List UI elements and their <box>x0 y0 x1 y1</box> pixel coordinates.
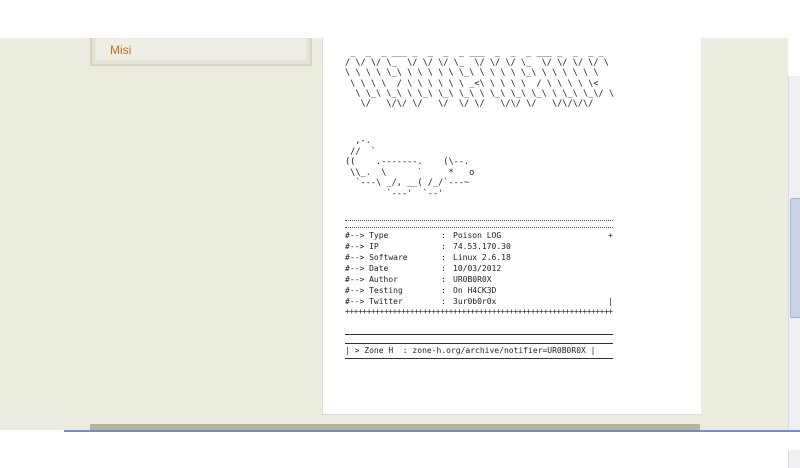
info-value: Linux 2.6.18 <box>453 253 511 262</box>
info-key: #--> Date <box>345 264 389 273</box>
info-value: Poison LOG <box>453 231 502 240</box>
info-row-end: + <box>608 231 613 240</box>
info-separator: : <box>441 242 446 251</box>
dotted-rule <box>345 220 613 228</box>
info-key: #--> IP <box>345 242 379 251</box>
info-row-end <box>603 252 613 263</box>
sidebar-menu-box: Misi <box>90 38 312 66</box>
info-value: 10/03/2012 <box>453 264 502 273</box>
info-key: #--> Testing <box>345 286 403 295</box>
info-row: #--> Testing: On H4CK3D <box>345 285 613 296</box>
ascii-banner: _ _ _ ___ _ _ _ _ ___ _ _ _ ___ _ _ _ _ … <box>345 48 615 110</box>
info-key: #--> Twitter <box>345 297 403 306</box>
top-strip <box>0 0 800 38</box>
plus-rule: ++++++++++++++++++++++++++++++++++++++++… <box>345 307 613 316</box>
sidebar-menu-inner: Misi <box>96 38 306 60</box>
info-row-end: | <box>608 297 613 306</box>
info-key: #--> Type <box>345 231 389 240</box>
vertical-scrollbar[interactable] <box>788 76 800 468</box>
info-separator: : <box>441 253 446 262</box>
info-value: 74.53.170.30 <box>453 242 511 251</box>
zone-h-text: | > Zone H : zone-h.org/archive/notifier… <box>345 346 596 355</box>
info-separator: : <box>441 275 446 284</box>
info-row-end <box>603 274 613 285</box>
bottom-band <box>0 430 800 450</box>
info-value: 3ur0b0r0x <box>453 297 497 306</box>
info-table: #--> Type: Poison LOG + #--> IP:74.53.170.3… <box>345 220 613 316</box>
zone-bottom-line <box>345 358 613 359</box>
sidebar-link-misi[interactable]: Misi <box>110 43 131 57</box>
info-value: UR0B0R0X <box>453 275 492 284</box>
info-key: #--> Author <box>345 275 398 284</box>
info-value: On H4CK3D <box>453 286 497 295</box>
info-row: #--> Twitter:3ur0b0r0x | <box>345 296 613 307</box>
info-row-end <box>603 241 613 252</box>
info-row-end <box>603 285 613 296</box>
post-content: _ _ _ ___ _ _ _ _ ___ _ _ _ ___ _ _ _ _ … <box>322 38 701 415</box>
bottom-blue-line <box>64 430 800 432</box>
info-row: #--> Date:10/03/2012 <box>345 263 613 274</box>
info-separator: : <box>441 231 446 240</box>
zone-h-box: | > Zone H : zone-h.org/archive/notifier… <box>345 334 613 359</box>
info-row: #--> Author: UR0B0R0X <box>345 274 613 285</box>
info-separator: : <box>441 297 446 306</box>
info-separator: : <box>441 264 446 273</box>
ascii-logo: ,-. // ` (( .-------. (\--. \\_. \ ` * o… <box>345 136 475 199</box>
info-row: #--> Software: Linux 2.6.18 <box>345 252 613 263</box>
info-separator: : <box>441 286 446 295</box>
info-row-end <box>603 263 613 274</box>
info-rows: #--> Type: Poison LOG + #--> IP:74.53.170.3… <box>345 230 613 307</box>
info-row: #--> IP:74.53.170.30 <box>345 241 613 252</box>
scrollbar-thumb[interactable] <box>790 198 800 318</box>
info-key: #--> Software <box>345 253 408 262</box>
page-canvas: Misi _ _ _ ___ _ _ _ _ ___ _ _ _ ___ _ _… <box>0 38 800 468</box>
info-row: #--> Type: Poison LOG + <box>345 230 613 241</box>
